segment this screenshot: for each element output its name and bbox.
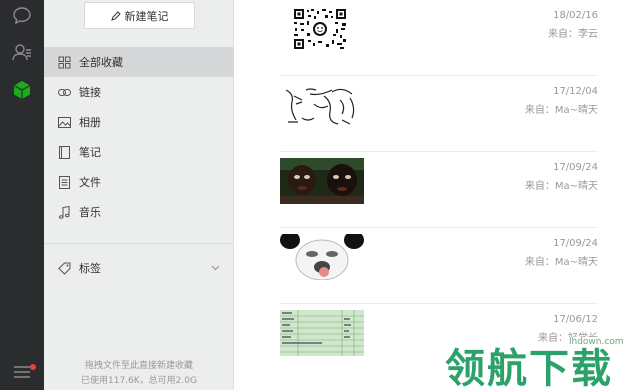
nav-item-label: 笔记	[79, 146, 101, 159]
pencil-icon	[110, 10, 121, 21]
music-icon	[59, 205, 70, 219]
sketch-thumbnail	[280, 82, 364, 128]
nav-item-label: 文件	[79, 176, 101, 189]
grid-icon	[58, 56, 71, 68]
list-item[interactable]: 17/12/04 来自：Ma~晴天	[280, 76, 598, 152]
new-note-label: 新建笔记	[124, 9, 169, 23]
item-date: 17/09/24	[553, 162, 598, 173]
nav-item-all[interactable]: 全部收藏	[44, 47, 234, 77]
favorites-sidebar: 新建笔记 全部收藏 链接 相册 笔记 文件 音乐 标签 拖拽文件至此直接新建收藏…	[44, 0, 234, 390]
item-source: 来自：Ma~晴天	[524, 181, 598, 192]
nav-item-photos[interactable]: 相册	[44, 107, 234, 137]
tag-icon	[58, 262, 71, 275]
drag-hint: 拖拽文件至此直接新建收藏	[84, 361, 193, 371]
favorites-cube-icon[interactable]	[11, 79, 33, 101]
item-source: 来自：李云	[548, 29, 598, 40]
item-date: 17/12/04	[553, 86, 598, 97]
chat-icon[interactable]	[11, 5, 33, 27]
favorites-list: 18/02/16 来自：李云 17/12/04 来自：Ma~晴天 17/09/2…	[234, 0, 627, 390]
divider	[44, 243, 234, 244]
item-date: 17/09/24	[553, 238, 598, 249]
spreadsheet-thumbnail	[280, 310, 364, 356]
category-nav: 全部收藏 链接 相册 笔记 文件 音乐	[44, 47, 234, 227]
notification-dot	[30, 364, 36, 370]
watermark-url: lhdown.com	[566, 337, 627, 347]
nav-item-label: 链接	[79, 86, 101, 99]
tags-section[interactable]: 标签	[44, 253, 234, 283]
new-note-button[interactable]: 新建笔记	[84, 2, 195, 29]
photo-thumbnail	[280, 158, 364, 204]
qr-code-thumbnail	[280, 6, 364, 52]
note-icon	[59, 145, 70, 159]
list-item[interactable]: 17/09/24 来自：Ma~晴天	[280, 228, 598, 304]
storage-usage: 已使用117.6K，总可用2.0G	[81, 376, 197, 386]
nav-item-music[interactable]: 音乐	[44, 197, 234, 227]
nav-item-notes[interactable]: 笔记	[44, 137, 234, 167]
list-item[interactable]: 18/02/16 来自：李云	[280, 0, 598, 76]
item-date: 17/06/12	[553, 314, 598, 325]
nav-item-links[interactable]: 链接	[44, 77, 234, 107]
item-source: 来自：Ma~晴天	[524, 105, 598, 116]
item-source: 来自：Ma~晴天	[524, 257, 598, 268]
nav-item-files[interactable]: 文件	[44, 167, 234, 197]
nav-item-label: 音乐	[79, 206, 101, 219]
link-icon	[58, 88, 71, 96]
nav-item-label: 相册	[79, 116, 101, 129]
nav-item-label: 全部收藏	[79, 56, 123, 69]
list-item[interactable]: 17/09/24 来自：Ma~晴天	[280, 152, 598, 228]
file-icon	[59, 175, 70, 189]
app-rail	[0, 0, 44, 390]
panda-meme-thumbnail	[280, 234, 364, 280]
tags-label: 标签	[79, 262, 101, 275]
item-date: 18/02/16	[553, 10, 598, 21]
image-icon	[58, 116, 71, 128]
menu-icon[interactable]	[12, 364, 32, 380]
chevron-down-icon[interactable]	[211, 264, 220, 272]
contacts-icon[interactable]	[11, 41, 33, 63]
